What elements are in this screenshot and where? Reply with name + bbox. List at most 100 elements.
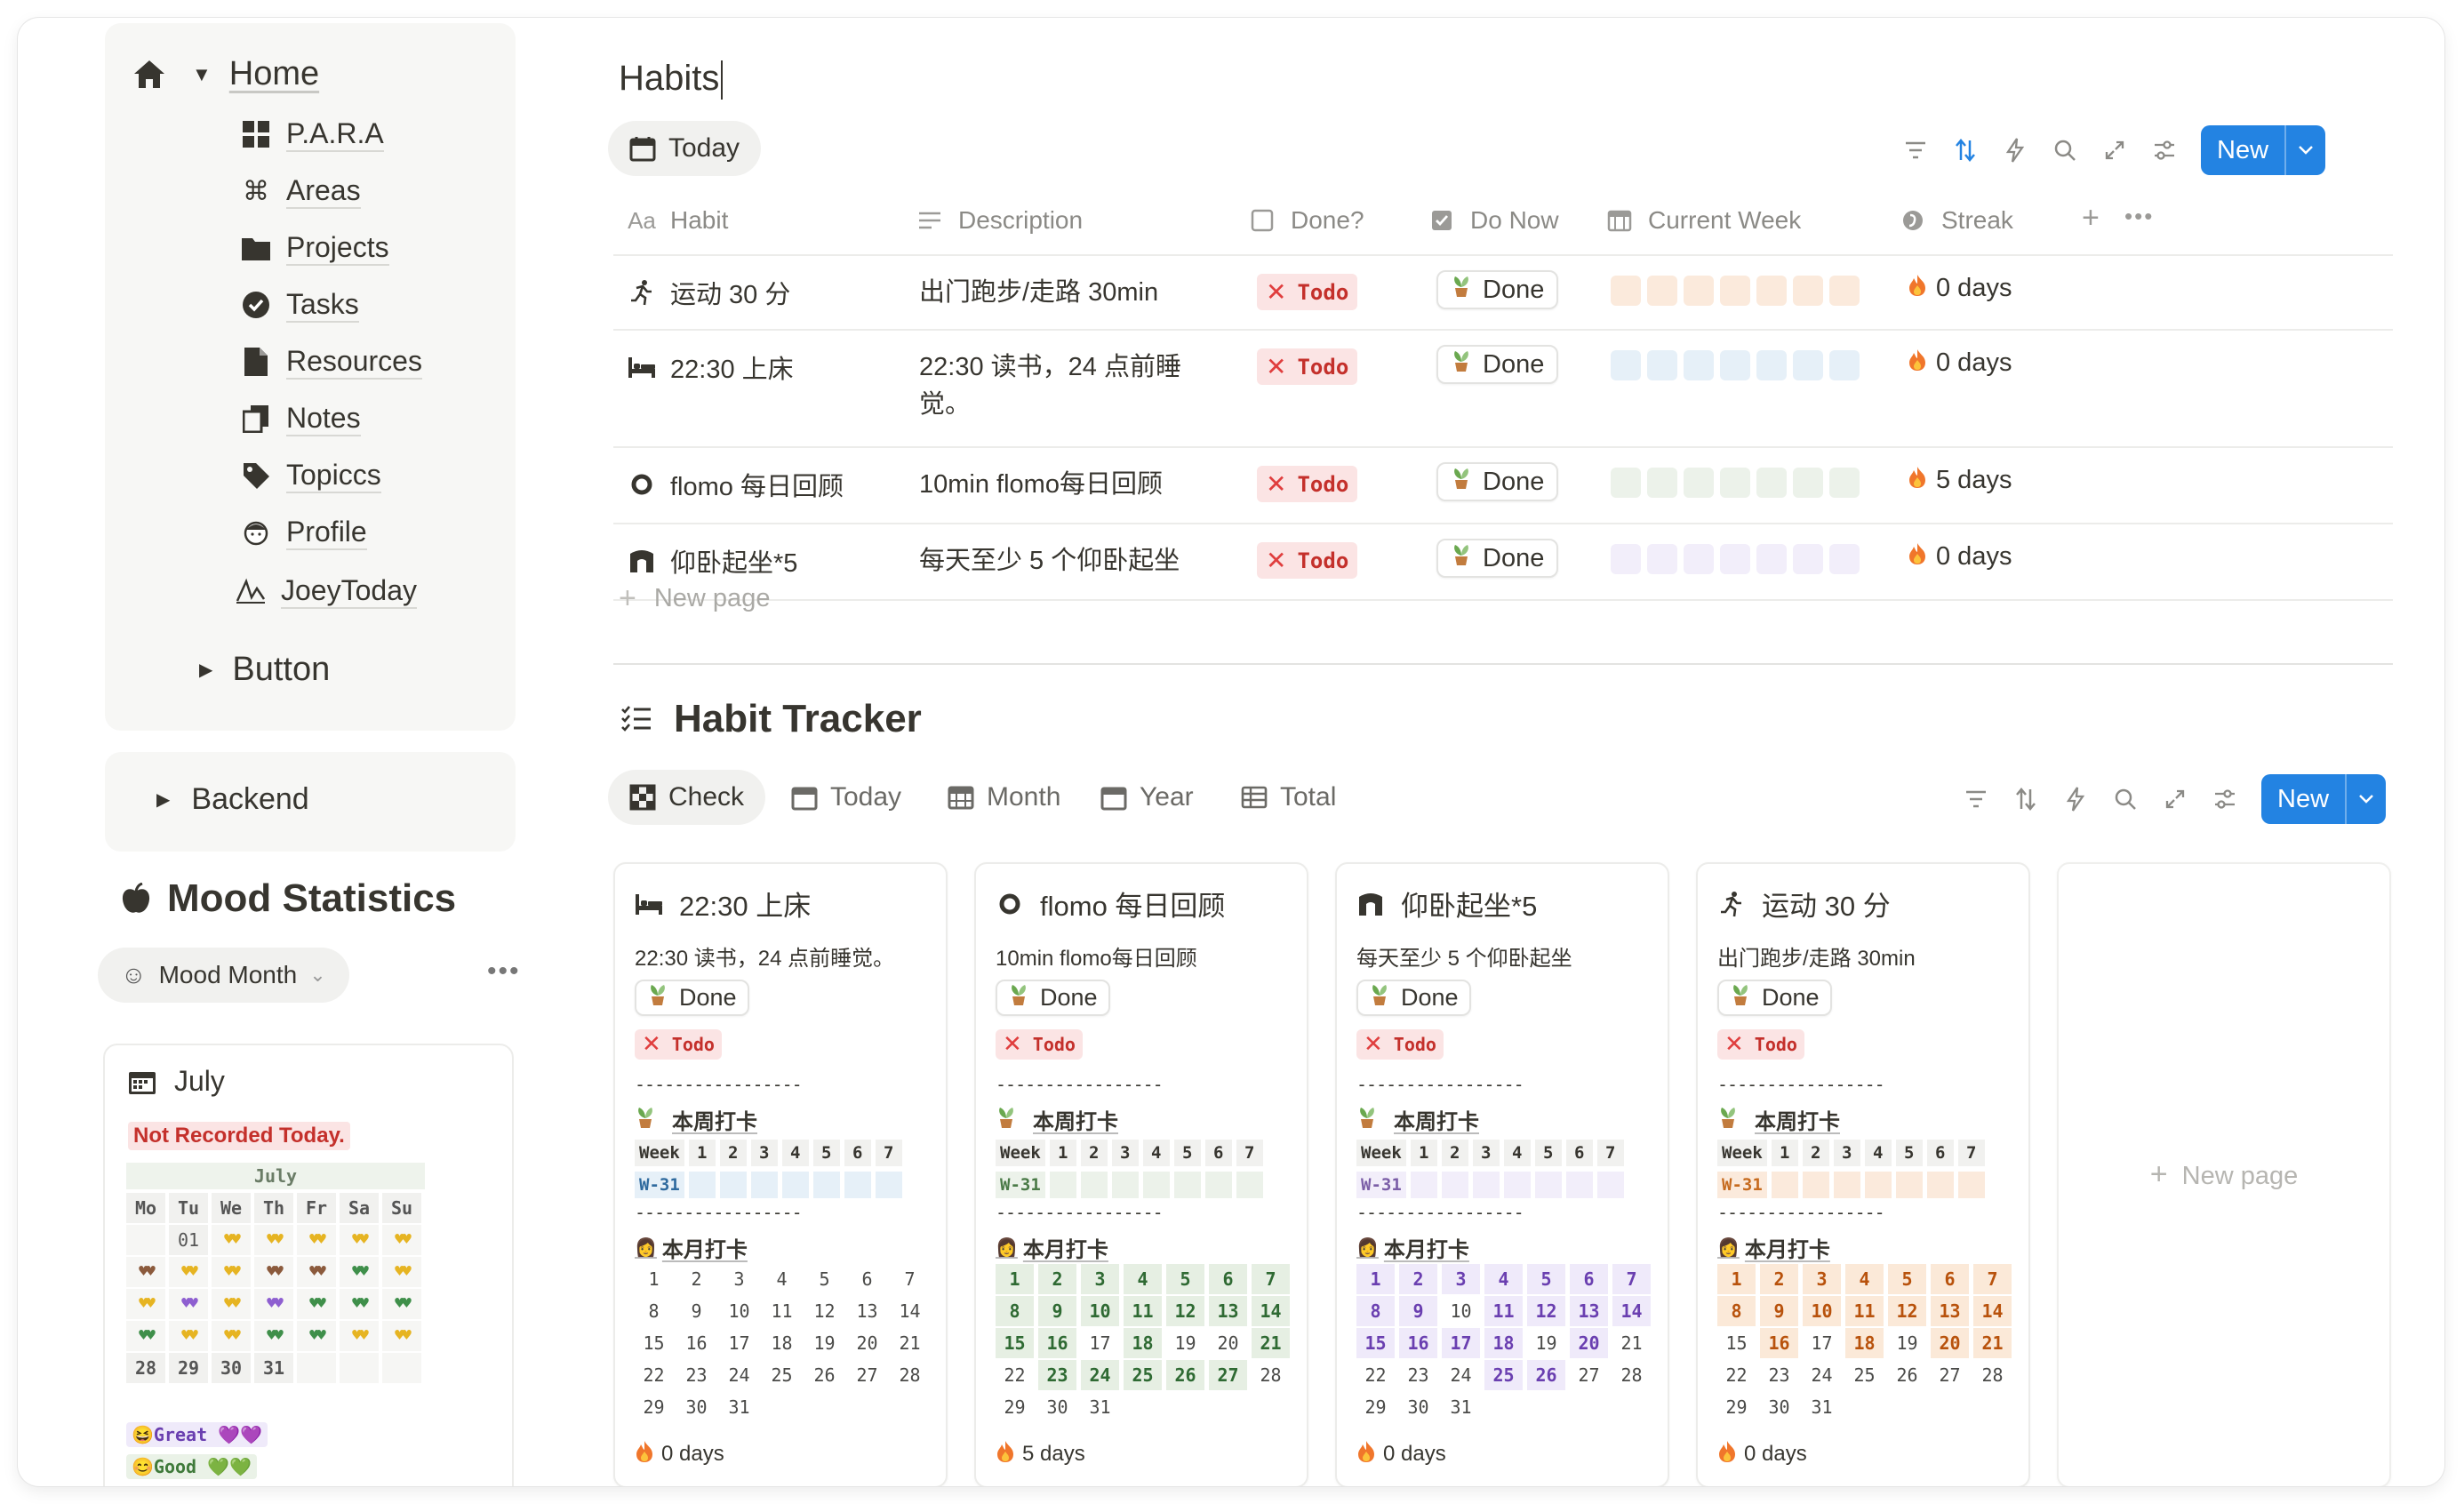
sidebar-item-topiccs[interactable]: Topiccs [240, 453, 381, 498]
week-tag: W-31 [1717, 1172, 1767, 1198]
tab-today-tracker[interactable]: Today [770, 770, 923, 825]
done-button[interactable]: Done [635, 980, 749, 1016]
week-day-cell [844, 1172, 871, 1198]
mood-month-tab[interactable]: ☺ Mood Month ⌄ [98, 948, 349, 1003]
more-options-icon[interactable]: ••• [487, 956, 521, 987]
close-x-icon: ✕ [1003, 1031, 1022, 1058]
column-header-current-week[interactable]: Current Week [1605, 206, 1801, 235]
tracker-new-button[interactable]: New [2261, 774, 2387, 824]
habits-new-page[interactable]: + New page [619, 581, 770, 616]
sort-icon[interactable] [1952, 137, 1979, 164]
habit-card[interactable]: 仰卧起坐*5 每天至少 5 个仰卧起坐 Done ✕ Todo ---------… [1335, 862, 1669, 1486]
sidebar-item-notes[interactable]: Notes [240, 396, 361, 441]
expand-icon[interactable] [2101, 137, 2128, 164]
separator-line: ----------------- [996, 1202, 1164, 1223]
column-header-streak[interactable]: Streak [1899, 206, 2013, 235]
month-day-cell: 8 [1717, 1296, 1756, 1326]
tab-total[interactable]: Total [1220, 770, 1357, 825]
search-icon[interactable] [2112, 786, 2139, 812]
tab-today[interactable]: Today [608, 121, 762, 176]
lightning-icon[interactable] [2002, 137, 2028, 164]
chevron-down-icon[interactable] [2284, 125, 2325, 175]
done-button[interactable]: Done [1717, 980, 1832, 1016]
sidebar-item-areas[interactable]: ⌘ Areas [240, 169, 361, 213]
table-row[interactable]: 仰卧起坐*5 每天至少 5 个仰卧起坐 ✕ Todo Done 0 days [613, 524, 2393, 601]
sidebar-item-profile[interactable]: Profile [240, 510, 367, 555]
settings-sliders-icon[interactable] [2212, 786, 2238, 812]
description-cell[interactable]: 出门跑步/走路 30min [919, 274, 1221, 311]
habit-cell[interactable]: 22:30 上床 [628, 348, 794, 386]
done-status-cell[interactable]: ✕ Todo [1257, 466, 1358, 502]
separator-line: ----------------- [1717, 1202, 1885, 1223]
habits-title[interactable]: Habits [619, 59, 724, 100]
sidebar-item-tasks[interactable]: Tasks [240, 283, 359, 327]
habit-card[interactable]: 22:30 上床 22:30 读书，24 点前睡觉。 Done ✕ Todo --… [613, 862, 948, 1486]
habit-card[interactable]: flomo 每日回顾 10min flomo每日回顾 Done ✕ Todo --… [974, 862, 1308, 1486]
mood-card[interactable]: July Not Recorded Today. July Mo Tu We Th Fr… [103, 1044, 514, 1486]
column-header-habit[interactable]: Aa Habit [628, 206, 728, 235]
column-header-done[interactable]: Done? [1248, 206, 1364, 235]
month-day-cell: 17 [1442, 1328, 1480, 1358]
week-day-cell [1565, 1172, 1593, 1198]
new-card-placeholder[interactable]: + New page [2057, 862, 2391, 1486]
nav-home[interactable]: ▼ Home [132, 55, 319, 93]
filter-icon[interactable] [1963, 786, 1989, 812]
tab-month[interactable]: Month [926, 770, 1082, 825]
done-button[interactable]: Done [1436, 462, 1559, 501]
month-day-cell: 9 [1760, 1296, 1798, 1326]
done-button[interactable]: Done [996, 980, 1110, 1016]
add-column-icon[interactable]: + [2082, 201, 2100, 236]
close-x-icon: ✕ [1266, 469, 1287, 499]
sidebar-item-para[interactable]: P.A.R.A [240, 112, 384, 156]
column-header-do-now[interactable]: Do Now [1428, 206, 1559, 235]
search-icon[interactable] [2052, 137, 2078, 164]
table-row[interactable]: flomo 每日回顾 10min flomo每日回顾 ✕ Todo Done 5 … [613, 448, 2393, 524]
more-options-icon[interactable]: ••• [2124, 203, 2154, 230]
month-day-cell: 29 [1004, 1396, 1026, 1418]
habit-cell[interactable]: 运动 30 分 [628, 274, 790, 311]
habit-card[interactable]: 运动 30 分 出门跑步/走路 30min Done ✕ Todo -------… [1696, 862, 2030, 1486]
chevron-down-icon[interactable] [2345, 774, 2386, 824]
done-button[interactable]: Done [1436, 539, 1559, 578]
done-status-cell[interactable]: ✕ Todo [1257, 348, 1358, 385]
done-button[interactable]: Done [1436, 270, 1559, 309]
settings-sliders-icon[interactable] [2151, 137, 2178, 164]
current-week-cell [1611, 276, 1860, 306]
tab-year[interactable]: Year [1079, 770, 1215, 825]
table-row[interactable]: 运动 30 分 出门跑步/走路 30min ✕ Todo Done 0 days [613, 256, 2393, 331]
description-cell[interactable]: 每天至少 5 个仰卧起坐 [919, 542, 1221, 580]
tab-check[interactable]: Check [608, 770, 766, 825]
collapse-triangle-icon[interactable]: ▼ [192, 63, 212, 86]
person-icon: 👩 [1717, 1238, 1740, 1258]
column-header-description[interactable]: Description [916, 206, 1083, 235]
habit-cell[interactable]: flomo 每日回顾 [628, 466, 844, 503]
week-day-cell [1173, 1172, 1201, 1198]
sort-icon[interactable] [2012, 786, 2039, 812]
sidebar-item-joeytoday[interactable]: JoeyToday [235, 569, 417, 613]
column-label: Done? [1291, 206, 1364, 234]
month-day-cell: 23 [685, 1364, 708, 1386]
month-day-cell: 11 [771, 1300, 793, 1322]
description-cell[interactable]: 22:30 读书，24 点前睡觉。 [919, 348, 1221, 423]
done-button[interactable]: Done [1356, 980, 1471, 1016]
sidebar-item-projects[interactable]: Projects [240, 226, 389, 270]
backend-toggle[interactable]: ▶ Backend [156, 782, 309, 817]
week-day-number: 4 [781, 1140, 809, 1166]
streak-cell: 0 days [1908, 348, 2012, 378]
table-row[interactable]: 22:30 上床 22:30 读书，24 点前睡觉。 ✕ Todo Done 0 … [613, 331, 2393, 448]
habits-new-button[interactable]: New [2201, 125, 2326, 175]
done-status-cell[interactable]: ✕ Todo [1257, 542, 1358, 579]
done-status-cell[interactable]: ✕ Todo [1257, 274, 1358, 310]
expand-icon[interactable] [2162, 786, 2188, 812]
habit-cell[interactable]: 仰卧起坐*5 [628, 542, 797, 580]
done-button[interactable]: Done [1436, 345, 1559, 384]
filter-icon[interactable] [1902, 137, 1929, 164]
description-cell[interactable]: 10min flomo每日回顾 [919, 466, 1221, 503]
week-day-cell [1802, 1172, 1829, 1198]
lightning-icon[interactable] [2062, 786, 2089, 812]
sidebar-item-resources[interactable]: Resources [240, 340, 422, 384]
card-description: 出门跑步/走路 30min [1717, 947, 1916, 971]
week-day-cell [1684, 276, 1714, 306]
sidebar-item-label: Notes [286, 401, 361, 436]
nav-button-toggle[interactable]: ▶ Button [199, 651, 330, 689]
